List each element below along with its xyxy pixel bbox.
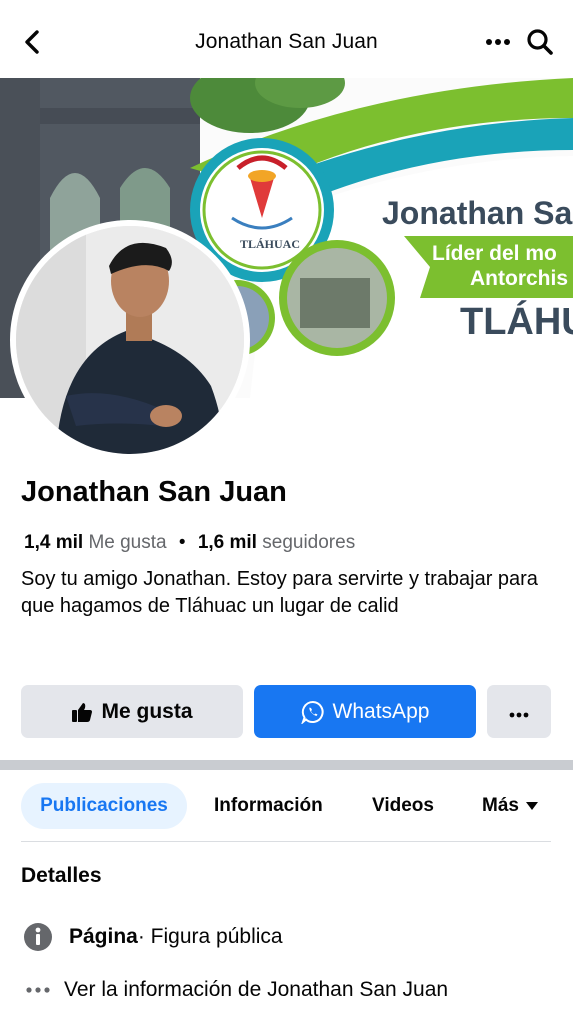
more-dots-icon bbox=[21, 973, 55, 1007]
top-bar: Jonathan San Juan bbox=[0, 0, 573, 78]
stats-separator: • bbox=[178, 532, 186, 553]
followers-label: seguidores bbox=[262, 532, 356, 553]
profile-name: Jonathan San Juan bbox=[21, 476, 287, 508]
cover-name-text: Jonathan Sa bbox=[382, 195, 572, 231]
tab-publicaciones[interactable]: Publicaciones bbox=[21, 783, 187, 829]
svg-text:Antorchis: Antorchis bbox=[470, 267, 568, 290]
more-actions-button[interactable] bbox=[487, 685, 551, 738]
profile-avatar[interactable] bbox=[10, 220, 250, 460]
followers-count: 1,6 mil bbox=[197, 532, 257, 553]
whatsapp-button-label: WhatsApp bbox=[332, 699, 430, 723]
section-divider bbox=[0, 760, 573, 770]
tabs-divider bbox=[21, 841, 551, 842]
likes-label: Me gusta bbox=[88, 532, 167, 553]
more-dots-icon bbox=[509, 700, 529, 724]
see-info-link[interactable]: Ver la información de Jonathan San Juan bbox=[21, 973, 448, 1007]
likes-count: 1,4 mil bbox=[24, 532, 84, 553]
profile-bio: Soy tu amigo Jonathan. Estoy para servir… bbox=[21, 568, 538, 617]
tab-informacion[interactable]: Información bbox=[214, 783, 323, 829]
tab-mas-label: Más bbox=[482, 795, 519, 816]
tab-videos[interactable]: Videos bbox=[372, 783, 434, 829]
like-button-label: Me gusta bbox=[101, 699, 193, 723]
svg-text:TLÁHUAC: TLÁHUAC bbox=[240, 237, 300, 251]
page-type-bold: Página bbox=[69, 925, 138, 948]
whatsapp-button[interactable]: WhatsApp bbox=[254, 685, 476, 738]
detail-page-type: Página · Figura pública bbox=[21, 920, 283, 954]
thumbs-up-icon bbox=[71, 701, 93, 723]
tab-mas[interactable]: Más bbox=[482, 783, 538, 829]
avatar-photo bbox=[16, 226, 244, 454]
whatsapp-icon bbox=[300, 700, 325, 724]
svg-text:TLÁHU: TLÁHU bbox=[460, 299, 573, 343]
info-icon bbox=[21, 920, 55, 954]
page-type-rest: · Figura pública bbox=[137, 925, 283, 948]
svg-text:Líder del mo: Líder del mo bbox=[432, 242, 557, 265]
profile-stats: 1,4 mil Me gusta • 1,6 mil seguidores bbox=[24, 532, 355, 554]
like-button[interactable]: Me gusta bbox=[21, 685, 243, 738]
caret-down-icon bbox=[525, 802, 538, 810]
details-title: Detalles bbox=[21, 864, 102, 887]
search-icon[interactable] bbox=[524, 26, 556, 58]
see-info-label: Ver la información de Jonathan San Juan bbox=[64, 978, 449, 1001]
more-dots-icon[interactable] bbox=[483, 28, 513, 56]
